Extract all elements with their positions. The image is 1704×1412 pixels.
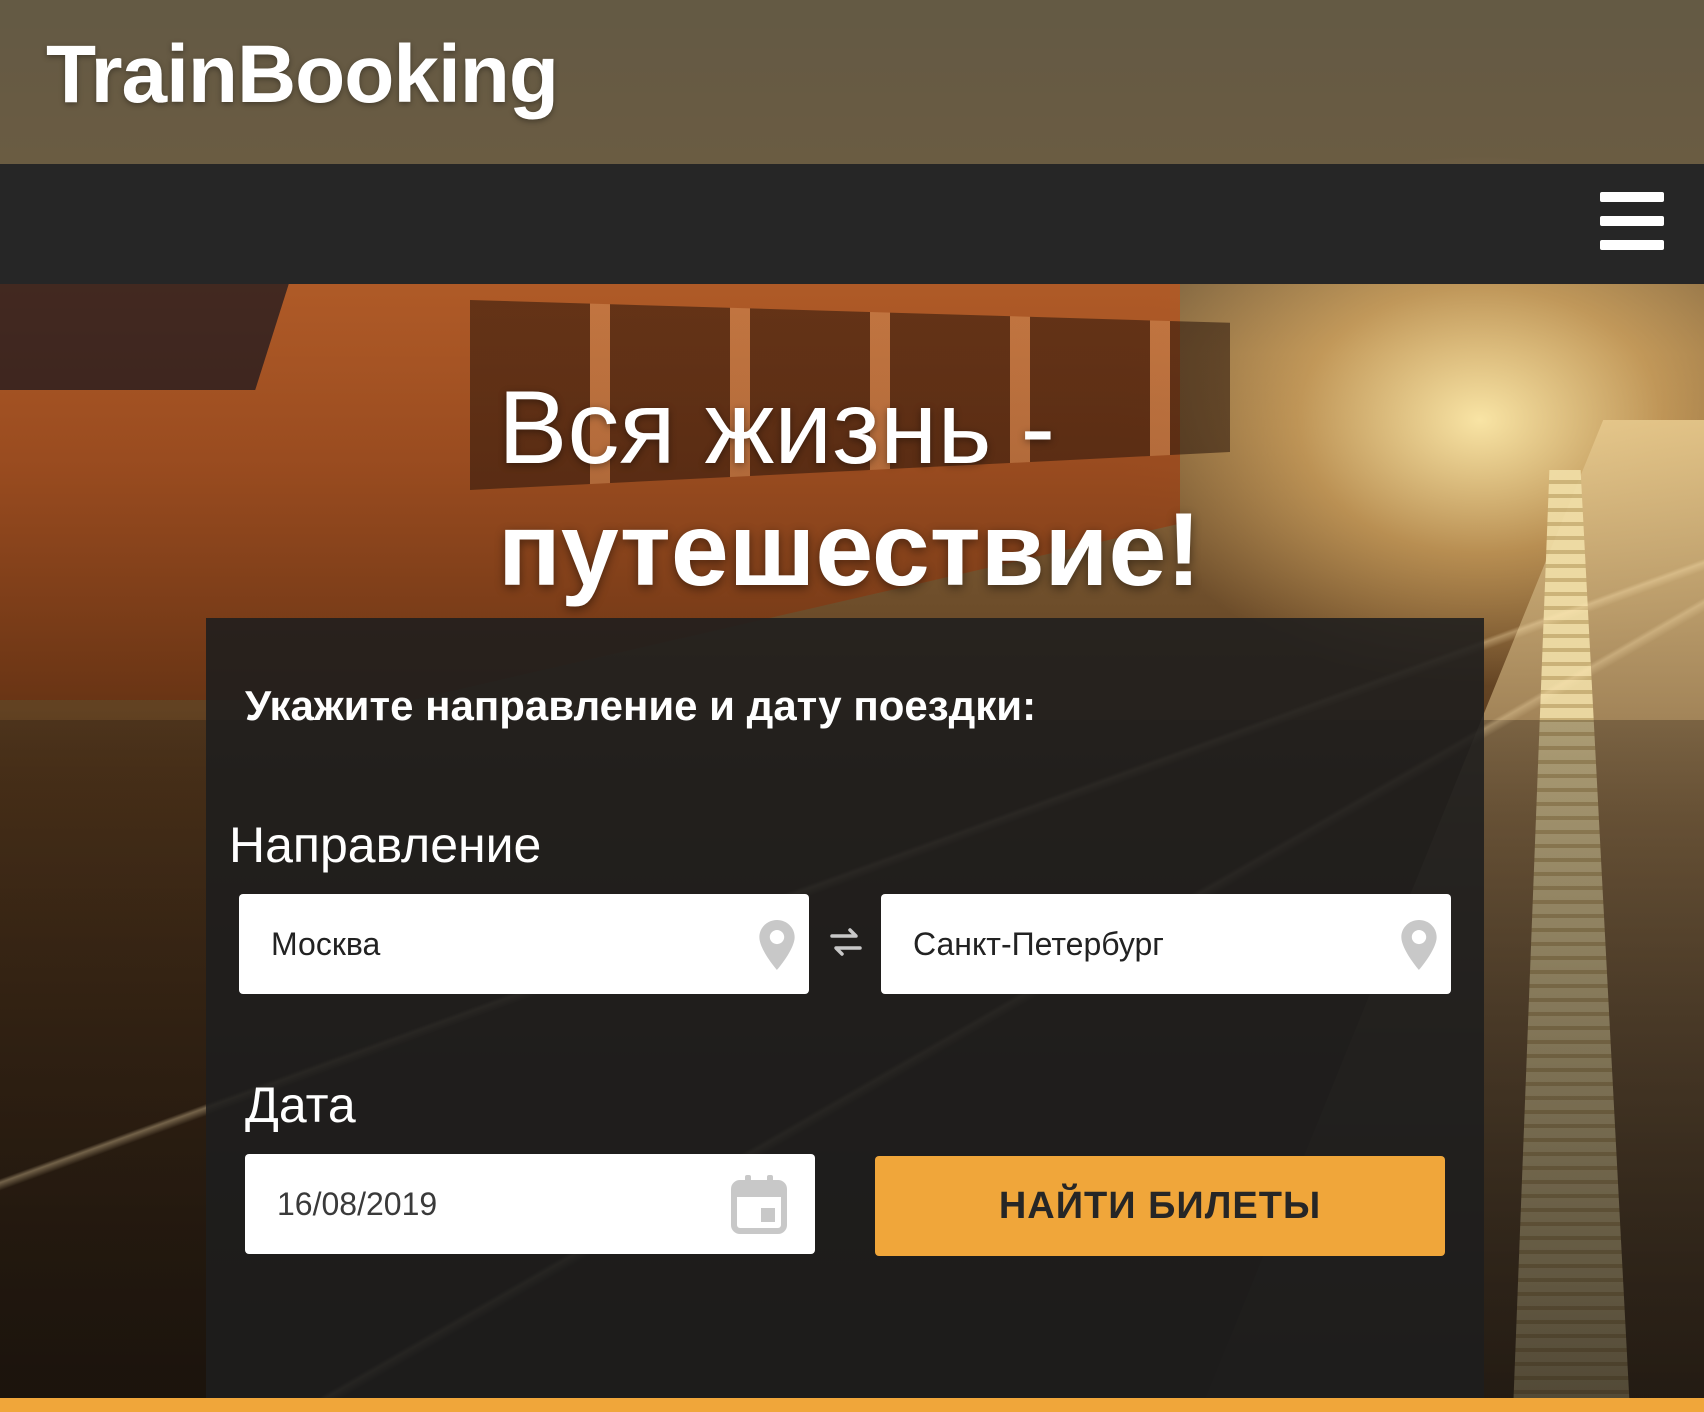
bottom-accent-strip [0,1398,1704,1412]
hero-title-line1: Вся жизнь - [498,370,1056,486]
find-tickets-button[interactable]: НАЙТИ БИЛЕТЫ [875,1156,1445,1256]
hero-title-line2: путешествие! [498,492,1201,608]
navbar [0,164,1704,284]
direction-label: Направление [229,817,542,873]
date-input[interactable] [245,1154,815,1254]
location-pin-icon[interactable] [1401,920,1437,970]
menu-bar-middle [1600,216,1664,226]
hamburger-menu-icon[interactable] [1600,192,1664,250]
from-field[interactable] [239,894,809,994]
site-logo[interactable]: TrainBooking [46,34,559,116]
to-input[interactable] [881,894,1451,994]
site-header: TrainBooking [0,0,1704,164]
date-label: Дата [245,1077,356,1133]
page: TrainBooking Вся жизнь - путешествие! Ук… [0,0,1704,1412]
menu-bar-bottom [1600,240,1664,250]
search-panel-title: Укажите направление и дату поездки: [245,682,1037,729]
from-input[interactable] [239,894,809,994]
swap-arrows-icon[interactable] [826,922,866,962]
location-pin-icon[interactable] [759,920,795,970]
to-field[interactable] [881,894,1451,994]
search-panel [206,618,1484,1412]
date-field[interactable] [245,1154,815,1254]
calendar-icon[interactable] [731,1174,787,1234]
menu-bar-top [1600,192,1664,202]
